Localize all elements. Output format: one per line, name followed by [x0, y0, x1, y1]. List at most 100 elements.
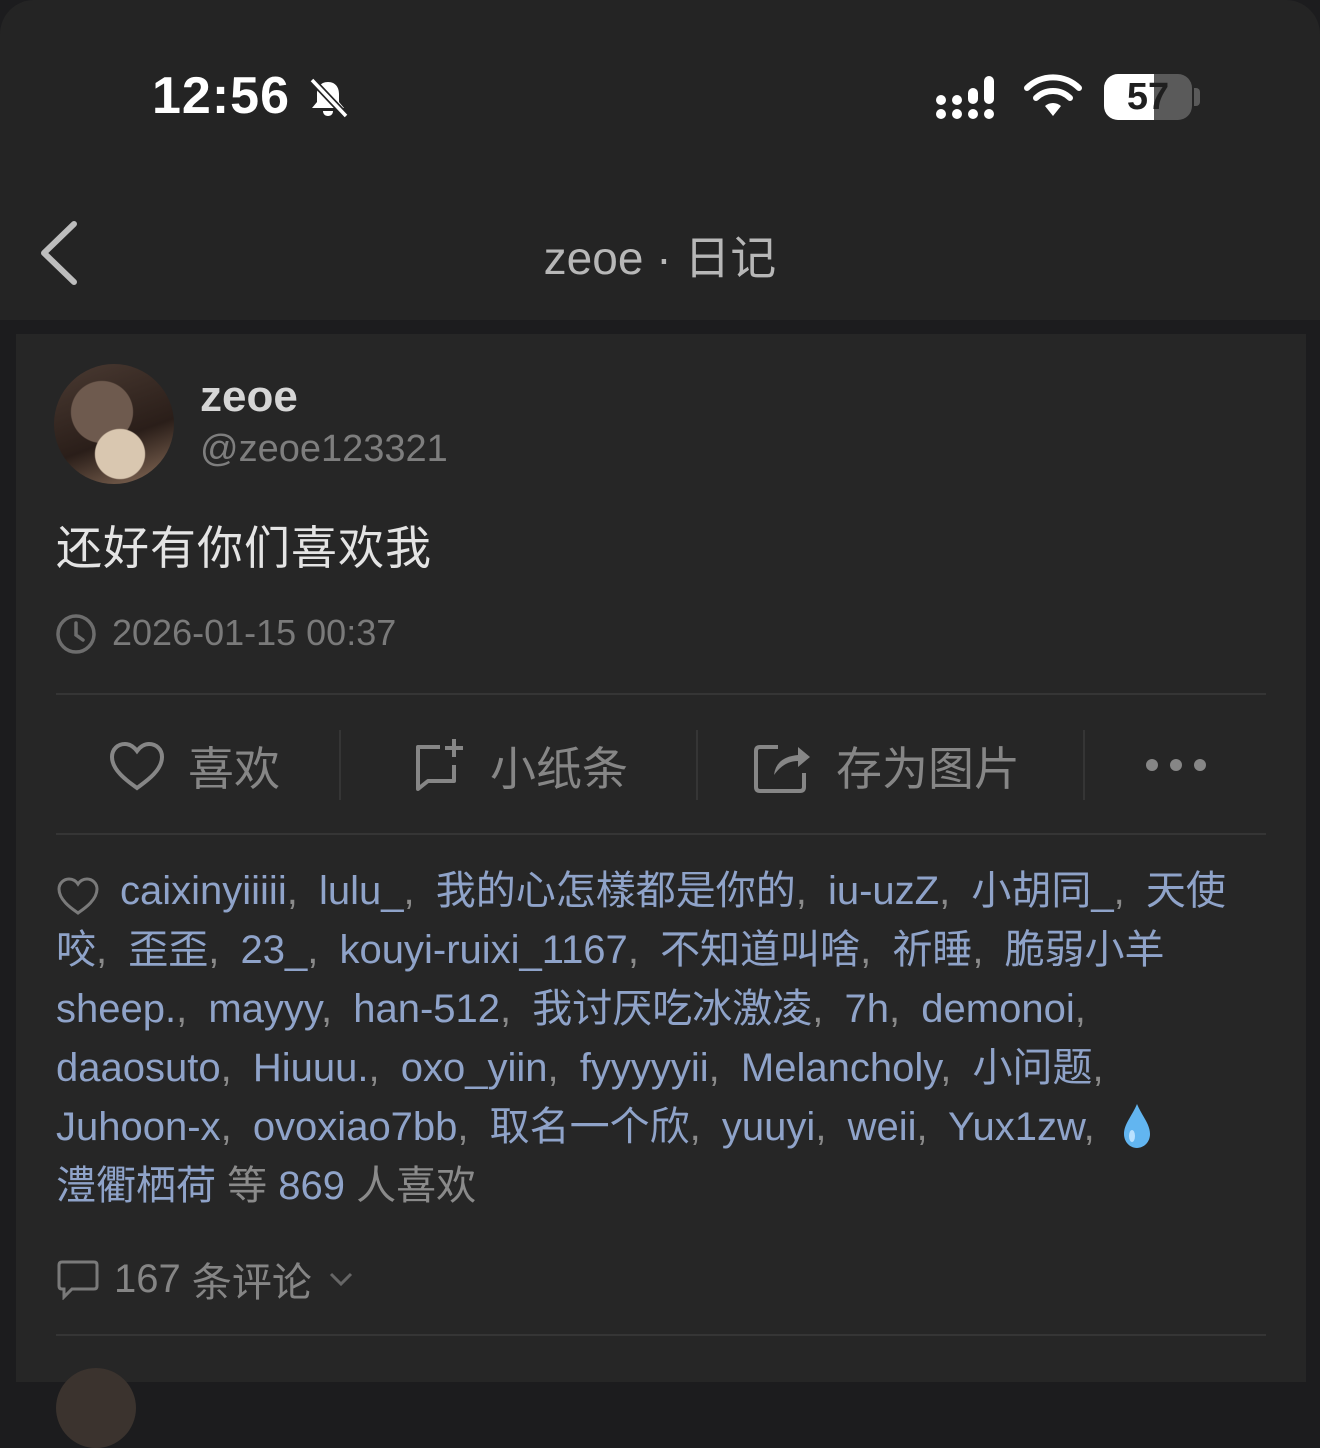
separator-comma: ,: [96, 928, 108, 972]
liker-name[interactable]: 我讨厌吃冰激凌: [532, 987, 812, 1031]
liker-name[interactable]: Juhoon-x: [56, 1105, 221, 1149]
comment-icon: [57, 1260, 99, 1300]
liker-name[interactable]: 小问题: [972, 1046, 1092, 1090]
chevron-down-icon: [329, 1272, 352, 1287]
liker-name[interactable]: demonoi: [921, 987, 1074, 1031]
liker-name[interactable]: kouyi-ruixi_1167: [340, 928, 628, 972]
separator-comma: ,: [1074, 987, 1086, 1031]
water-drop-icon: [1123, 1104, 1150, 1148]
liker-name[interactable]: han-512: [353, 987, 500, 1031]
divider: [56, 833, 1266, 835]
comment-count: 167: [114, 1256, 181, 1301]
separator-comma: ,: [689, 1105, 701, 1149]
like-button[interactable]: 喜欢: [108, 726, 280, 806]
separator-comma: ,: [547, 1046, 559, 1090]
note-button[interactable]: 小纸条: [410, 726, 628, 806]
action-separator: [339, 730, 341, 800]
wifi-icon: [1024, 74, 1082, 116]
bell-slash-icon: [309, 77, 349, 119]
liker-name[interactable]: 澧衢栖荷: [56, 1164, 216, 1208]
liker-name[interactable]: yuuyi: [722, 1105, 815, 1149]
separator-comma: ,: [208, 928, 220, 972]
save-image-label: 存为图片: [836, 743, 1020, 795]
separator-comma: ,: [972, 928, 984, 972]
liker-name[interactable]: weii: [848, 1105, 917, 1149]
liker-name[interactable]: 小胡同_: [971, 869, 1113, 913]
separator-comma: ,: [940, 1046, 952, 1090]
liker-name[interactable]: 23_: [241, 928, 308, 972]
liker-name[interactable]: 取名一个欣: [490, 1105, 690, 1149]
action-separator: [1083, 730, 1085, 800]
like-suffix: 人喜欢: [356, 1164, 477, 1208]
separator-comma: ,: [368, 1046, 380, 1090]
liker-name[interactable]: 我的心怎樣都是你的: [436, 869, 796, 913]
separator-comma: ,: [1083, 1105, 1095, 1149]
author-handle: @zeoe123321: [200, 428, 448, 470]
avatar[interactable]: [54, 364, 174, 484]
separator-comma: ,: [795, 869, 807, 913]
separator-comma: ,: [812, 987, 824, 1031]
liker-name[interactable]: caixinyiiiii: [120, 869, 287, 913]
comment-label: 条评论: [191, 1261, 312, 1305]
heart-icon: [109, 741, 165, 791]
liker-name[interactable]: ovoxiao7bb: [253, 1105, 458, 1149]
save-image-button[interactable]: 存为图片: [752, 726, 1020, 806]
heart-outline-icon: [57, 877, 99, 915]
clock-icon: [56, 614, 96, 654]
post-card: [16, 334, 1306, 1382]
page-title: zeoe · 日记: [543, 232, 777, 284]
separator-comma: ,: [889, 987, 901, 1031]
separator-comma: ,: [627, 928, 639, 972]
separator-comma: ,: [916, 1105, 928, 1149]
separator-comma: ,: [220, 1105, 232, 1149]
separator-comma: ,: [457, 1105, 469, 1149]
separator-comma: ,: [939, 869, 951, 913]
liker-name[interactable]: Hiuuu.: [253, 1046, 369, 1090]
more-icon[interactable]: [1144, 757, 1208, 773]
post-timestamp: 2026-01-15 00:37: [112, 612, 397, 653]
separator-comma: ,: [860, 928, 872, 972]
note-add-icon: [416, 739, 463, 791]
divider: [56, 1334, 1266, 1336]
separator-comma: ,: [500, 987, 512, 1031]
battery-cap: [1194, 88, 1200, 106]
post-content: 还好有你们喜欢我: [56, 522, 432, 574]
separator-comma: ,: [320, 987, 333, 1031]
divider: [56, 693, 1266, 695]
separator-comma: ,: [1113, 869, 1125, 913]
battery-icon: 57: [1104, 74, 1192, 120]
like-label: 喜欢: [188, 743, 280, 795]
separator-comma: ,: [220, 1046, 232, 1090]
liker-name[interactable]: iu-uzZ: [828, 869, 939, 913]
liker-name[interactable]: 祈睡: [892, 928, 972, 972]
liker-name[interactable]: oxo_yiin: [401, 1046, 548, 1090]
liker-name[interactable]: mayyy: [208, 987, 321, 1031]
separator-comma: ,: [176, 987, 188, 1031]
share-icon: [754, 745, 810, 793]
liker-name[interactable]: 歪歪: [128, 928, 208, 972]
liker-name[interactable]: Melancholy: [741, 1046, 940, 1090]
liker-name[interactable]: lulu_: [319, 869, 404, 913]
liker-name[interactable]: 不知道叫啥: [660, 928, 860, 972]
separator-comma: ,: [815, 1105, 827, 1149]
like-prefix: 等: [227, 1164, 268, 1208]
separator-comma: ,: [307, 928, 319, 972]
signal-icon: [936, 76, 994, 119]
status-time: 12:56: [152, 67, 290, 125]
comments-toggle[interactable]: 167 条评论: [56, 1250, 370, 1308]
separator-comma: ,: [403, 869, 415, 913]
like-count[interactable]: 869: [278, 1164, 345, 1208]
liker-name[interactable]: Yux1zw: [948, 1105, 1084, 1149]
note-label: 小纸条: [490, 743, 628, 795]
separator-comma: ,: [708, 1046, 720, 1090]
liker-name[interactable]: daaosuto: [56, 1046, 221, 1090]
separator-comma: ,: [1092, 1046, 1104, 1090]
likers-list: caixinyiiiii, lulu_, 我的心怎樣都是你的, iu-uzZ, …: [56, 862, 1256, 1216]
author-name[interactable]: zeoe: [200, 372, 298, 422]
battery-percent: 57: [1126, 76, 1170, 118]
liker-name[interactable]: fyyyyyii: [580, 1046, 709, 1090]
action-separator: [696, 730, 698, 800]
separator-comma: ,: [286, 869, 298, 913]
comment-avatar[interactable]: [56, 1368, 136, 1448]
liker-name[interactable]: 7h: [845, 987, 890, 1031]
